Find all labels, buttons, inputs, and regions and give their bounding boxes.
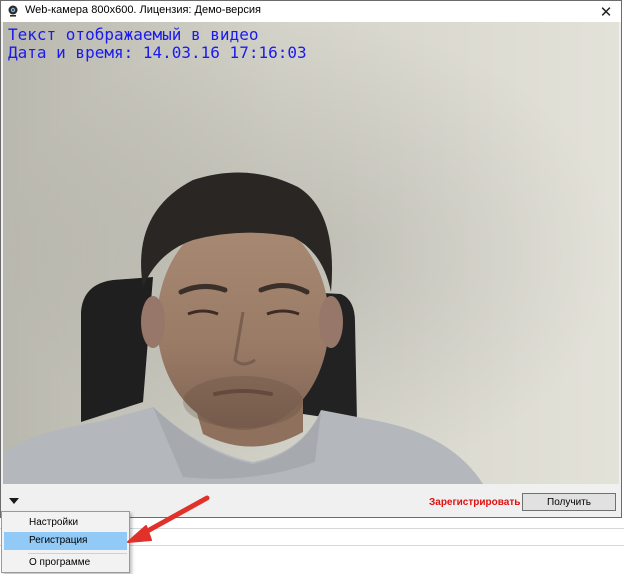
close-button[interactable]: ✕	[591, 1, 621, 22]
menu-item-registration[interactable]: Регистрация	[4, 532, 127, 550]
app-window: Web-камера 800x600. Лицензия: Демо-верси…	[0, 0, 622, 518]
context-menu: Настройки Регистрация О программе	[1, 511, 130, 573]
menu-item-settings[interactable]: Настройки	[4, 514, 127, 532]
camera-frame-image	[3, 22, 619, 484]
title-bar[interactable]: Web-камера 800x600. Лицензия: Демо-верси…	[1, 1, 621, 22]
window-title: Web-камера 800x600. Лицензия: Демо-верси…	[25, 4, 262, 16]
video-preview: Текст отображаемый в видео Дата и время:…	[3, 22, 619, 484]
overlay-caption: Текст отображаемый в видео	[8, 25, 259, 44]
menu-item-about[interactable]: О программе	[4, 554, 127, 572]
caret-down-icon[interactable]	[8, 496, 20, 506]
get-button[interactable]: Получить	[522, 493, 616, 511]
overlay-datetime: Дата и время: 14.03.16 17:16:03	[8, 43, 307, 62]
register-link[interactable]: Зарегистрировать	[429, 497, 520, 508]
webcam-app-icon	[8, 5, 18, 17]
close-icon: ✕	[599, 3, 613, 21]
